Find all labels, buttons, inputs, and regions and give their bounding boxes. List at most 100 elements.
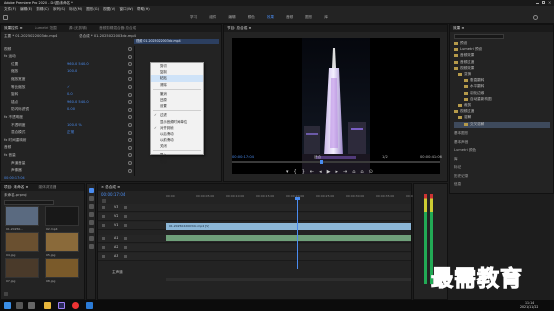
panel-section-header[interactable]: 基本声音	[454, 140, 468, 145]
effect-property-row[interactable]: 防闪烁滤镜 0.00	[1, 107, 135, 113]
property-value[interactable]: 正常	[67, 130, 117, 135]
track-label[interactable]: A3	[114, 254, 118, 259]
panel-section-header[interactable]: 标记	[454, 165, 461, 170]
word-icon[interactable]	[86, 302, 93, 309]
search-taskbar-icon[interactable]	[16, 302, 23, 309]
property-value[interactable]: 960.0 540.0	[67, 62, 117, 67]
effects-tree-item[interactable]: 音频效果	[454, 53, 550, 59]
effects-search-input[interactable]	[454, 34, 504, 39]
effects-tree-item[interactable]: 裁剪	[454, 103, 550, 109]
workspace-tab[interactable]: 颜色	[248, 15, 255, 20]
wrench-icon[interactable]	[102, 199, 106, 203]
eye-icon[interactable]	[124, 246, 127, 249]
step-back-icon[interactable]: ◂	[319, 169, 322, 175]
effect-property-row[interactable]: fx 运动	[1, 54, 135, 60]
effects-tree-item[interactable]: 音频过渡	[454, 60, 550, 66]
effects-tab[interactable]: 效果 ≡	[453, 26, 464, 31]
effects-tree-item[interactable]: 水平翻转	[454, 84, 550, 90]
project-search-input[interactable]	[4, 200, 54, 205]
home-icon[interactable]	[3, 15, 8, 20]
workspace-tab[interactable]: 编辑	[228, 15, 235, 20]
effect-timecode[interactable]: 00:00:17:04	[4, 176, 25, 181]
effect-property-row[interactable]: 锚点 960.0 540.0	[1, 99, 135, 105]
effects-tree-item[interactable]: 垂直翻转	[454, 78, 550, 84]
keyframe-toggle-icon[interactable]	[128, 145, 132, 150]
timeline-track[interactable]: V2	[98, 213, 411, 221]
property-value[interactable]: ✓	[67, 85, 117, 90]
ripple-edit-icon[interactable]	[89, 204, 94, 209]
panel-section-header[interactable]: Lumetri 颜色	[454, 148, 476, 153]
eye-icon[interactable]	[124, 255, 127, 258]
effect-property-row[interactable]: 声道音量	[1, 160, 135, 166]
eye-icon[interactable]	[124, 237, 127, 240]
effect-property-row[interactable]: 旋转 0.0	[1, 92, 135, 98]
effect-property-row[interactable]: 混合模式 正常	[1, 130, 135, 136]
lock-icon[interactable]	[102, 206, 105, 209]
trash-icon[interactable]	[4, 292, 8, 296]
lock-icon[interactable]	[102, 237, 105, 240]
lock-icon[interactable]	[102, 246, 105, 249]
eye-icon[interactable]	[124, 224, 127, 227]
effect-property-row[interactable]: 声像器	[1, 168, 135, 174]
project-item-thumbnail[interactable]: 07.jpg	[5, 258, 39, 283]
effect-property-row[interactable]: 位置 960.0 540.0	[1, 61, 135, 67]
maximize-icon[interactable]	[542, 1, 545, 4]
panel-section-header[interactable]: 库	[454, 157, 458, 162]
panel-tab[interactable]: 音频剪辑混合器:总合成	[99, 26, 136, 31]
panel-tab[interactable]: 项目: 未命名 ≡	[4, 185, 28, 190]
panel-tab[interactable]: 源:(无剪辑)	[69, 26, 87, 31]
effect-property-row[interactable]: fx 音量	[1, 152, 135, 158]
search-icon[interactable]	[533, 15, 538, 20]
effects-tree-item[interactable]: 溶解	[454, 115, 550, 121]
mark-out-icon[interactable]: }	[302, 169, 305, 175]
timeline-scrollbar[interactable]	[166, 278, 411, 281]
keyframe-toggle-icon[interactable]	[128, 85, 132, 89]
marker-icon[interactable]: ▾	[286, 169, 289, 175]
context-menu-item[interactable]: 关闭	[151, 143, 203, 149]
context-menu-item[interactable]: 设置	[151, 103, 203, 109]
extract-icon[interactable]: ⌂	[360, 169, 363, 175]
lock-icon[interactable]	[102, 255, 105, 258]
workspace-tab[interactable]: 库	[324, 15, 328, 20]
task-view-icon[interactable]	[28, 302, 35, 309]
effects-tree-item[interactable]: 变换	[454, 72, 550, 78]
keyframe-toggle-icon[interactable]	[128, 168, 132, 173]
program-timecode[interactable]: 00:00:17:04	[232, 155, 254, 160]
keyframe-toggle-icon[interactable]	[128, 153, 132, 158]
keyframe-toggle-icon[interactable]	[128, 100, 132, 105]
pen-tool-icon[interactable]	[89, 228, 94, 233]
effects-tree-item[interactable]: 预设	[454, 41, 550, 47]
effect-property-row[interactable]: 视频	[1, 46, 135, 52]
file-explorer-icon[interactable]	[44, 302, 51, 309]
project-item-thumbnail[interactable]: 01.20250...	[5, 206, 39, 231]
effect-property-row[interactable]: 缩放宽度	[1, 76, 135, 82]
panel-tab[interactable]: Lumetri 范围	[35, 26, 57, 31]
timeline-video-clip[interactable]: 01.2025022003dc.mp4 [V]	[166, 223, 411, 230]
time-ruler[interactable]: 00:00 00:00:05:00 00:00:10:00 00:00:15:00 00…	[166, 192, 424, 202]
slip-tool-icon[interactable]	[89, 220, 94, 225]
play-icon[interactable]: ▶	[327, 169, 331, 175]
property-value[interactable]: 0.00	[67, 107, 117, 112]
timeline-track[interactable]: A2	[98, 244, 411, 252]
context-menu-item[interactable]: 帮助	[151, 159, 203, 165]
workspace-tab[interactable]: 音频	[286, 15, 293, 20]
chrome-icon[interactable]	[72, 302, 79, 309]
track-label[interactable]: V2	[114, 214, 118, 219]
property-value[interactable]: 100.0 %	[67, 123, 117, 128]
minimize-icon[interactable]	[536, 3, 539, 4]
quality-dropdown[interactable]: 1/2	[382, 155, 388, 160]
timeline-playhead[interactable]	[297, 197, 298, 269]
panel-tab[interactable]: 媒体浏览器	[38, 185, 56, 190]
eye-icon[interactable]	[124, 215, 127, 218]
keyframe-toggle-icon[interactable]	[128, 77, 132, 82]
go-to-in-icon[interactable]: ⇤	[310, 169, 314, 175]
program-tab[interactable]: 节目: 总合成 ≡	[227, 26, 251, 31]
lock-icon[interactable]	[102, 224, 105, 227]
effect-property-row[interactable]: fx 不透明度	[1, 114, 135, 120]
track-select-icon[interactable]	[89, 196, 94, 201]
panel-section-header[interactable]: 基本图形	[454, 131, 468, 136]
clip-bar[interactable]: 视频 01.2025022003dc.mp4	[134, 39, 219, 44]
effects-tree-item[interactable]: 交叉溶解	[454, 121, 550, 128]
keyframe-toggle-icon[interactable]	[128, 115, 132, 120]
playhead-head[interactable]	[295, 197, 300, 200]
